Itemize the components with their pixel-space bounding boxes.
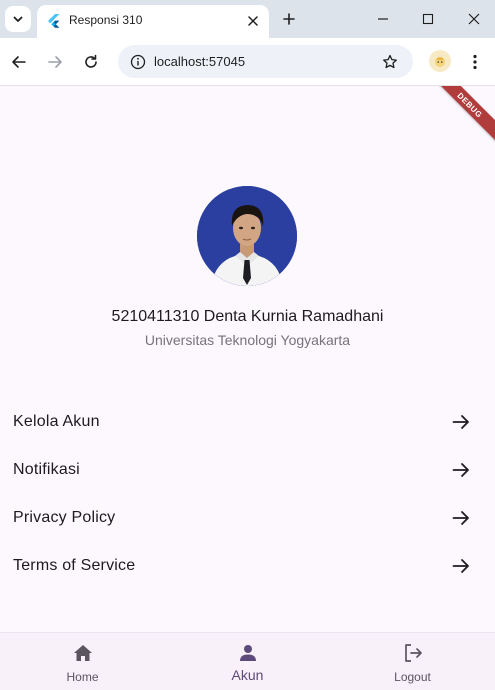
- menu-item-privacy-policy[interactable]: Privacy Policy: [0, 494, 495, 542]
- maximize-window-button[interactable]: [418, 9, 438, 29]
- close-window-button[interactable]: [464, 9, 484, 29]
- profile-avatar: [197, 186, 297, 286]
- more-vertical-icon: [473, 54, 477, 70]
- profile-name: 5210411310 Denta Kurnia Ramadhani: [111, 308, 384, 325]
- tab-title: Responsi 310: [69, 13, 143, 27]
- arrow-right-icon: [450, 507, 472, 529]
- flutter-logo-icon: [48, 14, 60, 28]
- logout-icon: [402, 642, 424, 664]
- reload-icon: [85, 54, 97, 68]
- new-tab-button[interactable]: [279, 9, 299, 29]
- forward-button[interactable]: [43, 50, 67, 74]
- nav-item-logout[interactable]: Logout: [330, 633, 495, 690]
- nav-item-home[interactable]: Home: [0, 633, 165, 690]
- nav-label: Logout: [394, 670, 431, 684]
- arrow-right-icon: [450, 459, 472, 481]
- menu-item-label: Privacy Policy: [13, 509, 116, 526]
- tab-search-button[interactable]: [5, 6, 31, 32]
- nav-label: Akun: [231, 667, 264, 683]
- home-icon: [72, 642, 94, 664]
- app-page: DEBUG 5210411310 Denta Kurnia Ramadhani …: [0, 86, 495, 690]
- debug-banner: DEBUG: [426, 86, 495, 149]
- menu-item-notifikasi[interactable]: Notifikasi: [0, 446, 495, 494]
- bookmark-button[interactable]: [379, 51, 401, 73]
- maximize-icon: [422, 13, 434, 25]
- arrow-right-icon: [48, 56, 62, 68]
- address-bar[interactable]: localhost:57045: [118, 45, 413, 78]
- person-icon: [237, 642, 259, 664]
- chevron-down-icon: [13, 16, 23, 22]
- profile-photo-image: [197, 186, 297, 286]
- browser-tab-active[interactable]: Responsi 310: [37, 5, 269, 38]
- site-info-button[interactable]: [128, 52, 148, 72]
- close-icon: [468, 13, 480, 25]
- minimize-icon: [378, 18, 388, 20]
- arrow-right-icon: [450, 411, 472, 433]
- reload-button[interactable]: [79, 50, 103, 74]
- menu-item-label: Kelola Akun: [13, 413, 100, 430]
- menu-item-terms-of-service[interactable]: Terms of Service: [0, 542, 495, 590]
- menu-item-kelola-akun[interactable]: Kelola Akun: [0, 398, 495, 446]
- browser-profile-avatar[interactable]: [429, 50, 451, 72]
- arrow-right-icon: [450, 555, 472, 577]
- url-text[interactable]: localhost:57045: [154, 54, 245, 69]
- browser-menu-button[interactable]: [464, 50, 486, 74]
- plus-icon: [283, 13, 295, 25]
- profile-affiliation: Universitas Teknologi Yogyakarta: [144, 332, 351, 348]
- minimize-window-button[interactable]: [373, 9, 393, 29]
- menu-item-label: Notifikasi: [13, 461, 80, 478]
- tab-close-button[interactable]: [243, 11, 263, 31]
- close-icon: [248, 16, 258, 26]
- profile-icon: [435, 57, 445, 67]
- arrow-left-icon: [12, 56, 26, 68]
- back-button[interactable]: [7, 50, 31, 74]
- menu-item-label: Terms of Service: [13, 557, 136, 574]
- nav-item-akun[interactable]: Akun: [165, 633, 330, 690]
- browser-tabstrip: Responsi 310: [0, 0, 495, 38]
- bottom-navigation-bar: Home Akun Logout: [0, 632, 495, 690]
- browser-toolbar: localhost:57045: [0, 38, 495, 86]
- star-icon: [383, 54, 397, 69]
- info-icon: [130, 54, 146, 70]
- nav-label: Home: [66, 670, 99, 684]
